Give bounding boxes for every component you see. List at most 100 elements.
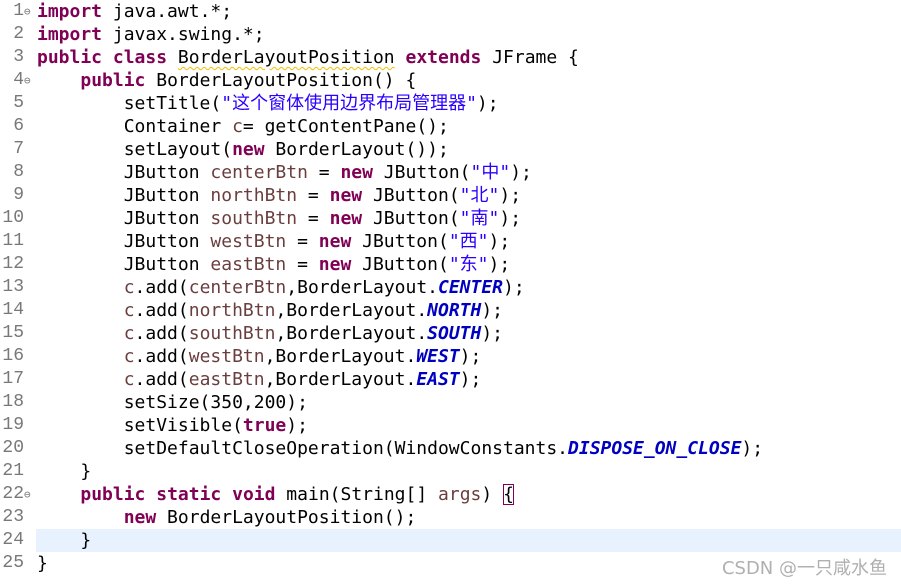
line-number: 2: [13, 24, 24, 44]
code-line[interactable]: 10 JButton southBtn = new JButton("南");: [0, 207, 901, 230]
code-text: JButton southBtn = new JButton("南");: [37, 207, 521, 230]
code-line[interactable]: 20 setDefaultCloseOperation(WindowConsta…: [0, 437, 901, 460]
code-text: JButton centerBtn = new JButton("中");: [37, 161, 532, 184]
code-token-kw: new: [318, 231, 352, 252]
code-line[interactable]: 7 setLayout(new BorderLayout());: [0, 138, 901, 161]
code-line[interactable]: 21 }: [0, 460, 901, 483]
code-token: );: [481, 300, 504, 321]
code-text: import java.awt.*;: [37, 0, 232, 23]
code-text: import javax.swing.*;: [37, 23, 265, 46]
code-token-var: northBtn: [188, 300, 276, 321]
code-token: JButton(: [362, 185, 460, 206]
code-text: setVisible(true);: [37, 414, 308, 437]
code-token: );: [476, 93, 499, 114]
code-token-const: SOUTH: [427, 323, 482, 344]
code-token: );: [488, 231, 511, 252]
code-line[interactable]: 24 }: [0, 529, 901, 552]
fold-toggle-icon[interactable]: ⊖: [24, 69, 36, 92]
code-token-var: c: [123, 300, 135, 321]
line-number: 10: [2, 208, 24, 228]
code-line[interactable]: 18 setSize(350,200);: [0, 391, 901, 414]
line-number: 24: [2, 530, 24, 550]
code-token: );: [459, 369, 482, 390]
code-text: }: [37, 460, 91, 483]
code-token: javax.swing.*;: [102, 24, 265, 45]
code-token-kw: import: [37, 24, 103, 45]
code-line[interactable]: 14 c.add(northBtn,BorderLayout.NORTH);: [0, 299, 901, 322]
code-token-kw: public: [80, 484, 146, 505]
line-number: 8: [13, 162, 24, 182]
line-number: 23: [2, 507, 24, 527]
code-token: ): [481, 484, 504, 505]
code-token-str: "西": [448, 231, 489, 252]
code-token: );: [499, 208, 522, 229]
code-token: JButton: [37, 208, 211, 229]
code-line[interactable]: 4 ⊖ public BorderLayoutPosition() {: [0, 69, 901, 92]
code-token: }: [37, 530, 92, 551]
code-token: ,BorderLayout.: [275, 323, 428, 344]
code-token-var: westBtn: [188, 346, 265, 367]
code-line[interactable]: 9 JButton northBtn = new JButton("北");: [0, 184, 901, 207]
code-token-sq: BorderLayoutPosition: [177, 47, 395, 68]
code-token: .add(: [134, 300, 189, 321]
code-token: .add(: [134, 369, 189, 390]
code-text: c.add(eastBtn,BorderLayout.EAST);: [37, 368, 482, 391]
code-token: );: [503, 277, 525, 298]
code-line[interactable]: 15 c.add(southBtn,BorderLayout.SOUTH);: [0, 322, 901, 345]
code-line[interactable]: 11 JButton westBtn = new JButton("西");: [0, 230, 901, 253]
code-token-const: DISPOSE_ON_CLOSE: [568, 438, 742, 459]
code-line[interactable]: 3 public class BorderLayoutPosition exten…: [0, 46, 901, 69]
line-number: 11: [2, 231, 24, 251]
csdn-watermark: CSDN @一只咸水鱼: [721, 558, 887, 579]
code-line[interactable]: 17 c.add(eastBtn,BorderLayout.EAST);: [0, 368, 901, 391]
code-line[interactable]: 2 import javax.swing.*;: [0, 23, 901, 46]
code-token-kw: class: [112, 47, 168, 68]
code-token-kw: new: [123, 507, 157, 528]
code-text: c.add(westBtn,BorderLayout.WEST);: [37, 345, 482, 368]
code-token: =: [297, 185, 330, 206]
code-line[interactable]: 5 setTitle("这个窗体使用边界布局管理器");: [0, 92, 901, 115]
line-number: 18: [2, 392, 24, 412]
code-editor[interactable]: 1 ⊖ import java.awt.*; 2 import javax.swing.…: [0, 0, 901, 586]
code-line[interactable]: 23 new BorderLayoutPosition();: [0, 506, 901, 529]
code-token-kw: public: [80, 70, 146, 91]
code-text: Container c= getContentPane();: [37, 115, 449, 138]
code-line[interactable]: 19 setVisible(true);: [0, 414, 901, 437]
code-line[interactable]: 13 c.add(centerBtn,BorderLayout.CENTER);: [0, 276, 901, 299]
line-number: 14: [2, 300, 24, 320]
code-text: setLayout(new BorderLayout());: [37, 138, 449, 161]
code-line[interactable]: 8 JButton centerBtn = new JButton("中");: [0, 161, 901, 184]
fold-toggle-icon[interactable]: ⊖: [24, 483, 36, 506]
code-text: JButton eastBtn = new JButton("东");: [37, 253, 511, 276]
code-line[interactable]: 1 ⊖ import java.awt.*;: [0, 0, 901, 23]
code-token-const: NORTH: [427, 300, 482, 321]
code-token-kw: extends: [405, 47, 482, 68]
code-token-var: c: [123, 346, 135, 367]
code-token-var: eastBtn: [188, 369, 265, 390]
code-token: }: [37, 553, 48, 574]
line-number: 22: [2, 484, 24, 504]
fold-toggle-icon[interactable]: ⊖: [24, 0, 36, 23]
code-line[interactable]: 6 Container c= getContentPane();: [0, 115, 901, 138]
code-token: );: [481, 323, 504, 344]
code-line[interactable]: 16 c.add(westBtn,BorderLayout.WEST);: [0, 345, 901, 368]
code-token-str: "东": [448, 254, 489, 275]
code-token-kw: new: [329, 185, 363, 206]
code-token: ,BorderLayout.: [286, 277, 438, 298]
line-number: 6: [13, 116, 24, 136]
code-token: = getContentPane();: [242, 116, 449, 137]
code-token: BorderLayoutPosition() {: [145, 70, 417, 91]
code-line[interactable]: 22 ⊖ public static void main(String[] arg…: [0, 483, 901, 506]
line-number: 13: [2, 277, 24, 297]
code-text: c.add(southBtn,BorderLayout.SOUTH);: [37, 322, 503, 345]
line-number: 3: [13, 47, 24, 67]
code-token: setDefaultCloseOperation(WindowConstants…: [37, 438, 569, 459]
code-line[interactable]: 12 JButton eastBtn = new JButton("东");: [0, 253, 901, 276]
code-token: setTitle(: [37, 93, 222, 114]
